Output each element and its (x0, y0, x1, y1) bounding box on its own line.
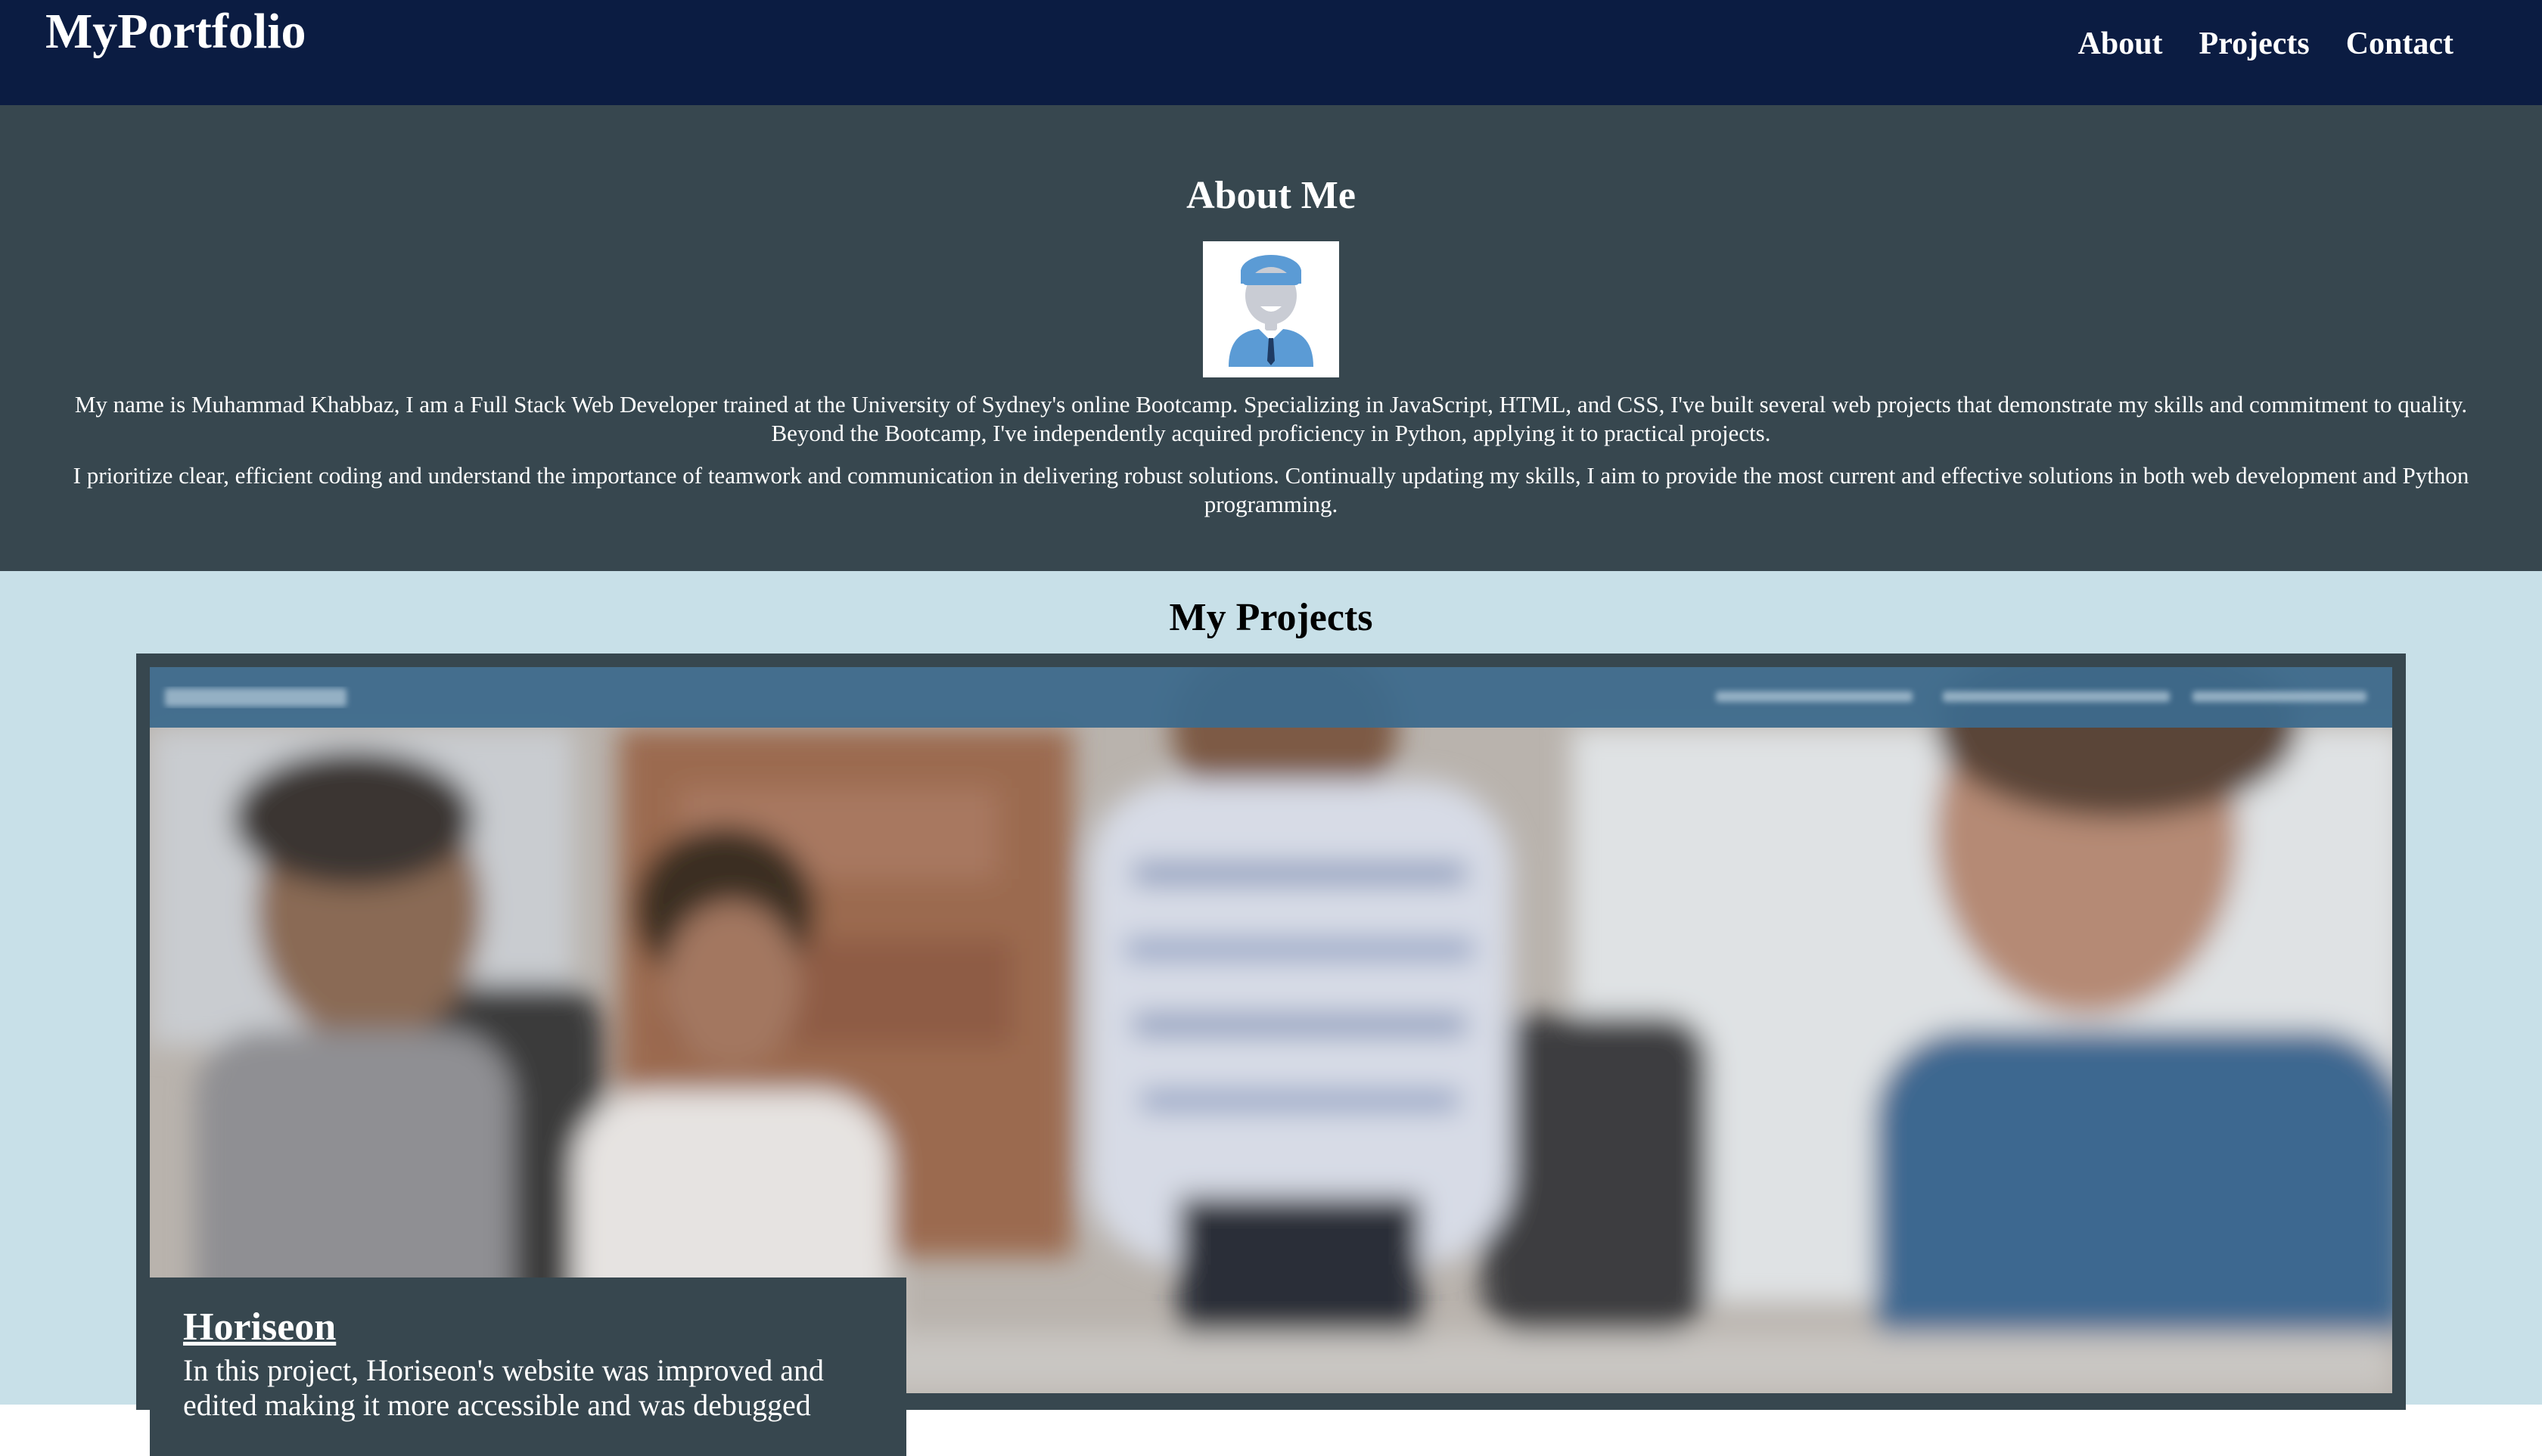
projects-title: My Projects (1169, 596, 1373, 639)
nav-projects-link[interactable]: Projects (2199, 23, 2310, 65)
project-caption: Horiseon In this project, Horiseon's web… (150, 1277, 906, 1456)
avatar (1203, 241, 1339, 377)
about-section: About Me My name is Muhammad Khabbaz, I … (0, 105, 2542, 571)
site-brand[interactable]: MyPortfolio (45, 0, 306, 64)
project-card[interactable]: Horiseon In this project, Horiseon's web… (136, 653, 2406, 1456)
about-paragraph-1: My name is Muhammad Khabbaz, I am a Full… (74, 391, 2468, 446)
project-description: In this project, Horiseon's website was … (183, 1353, 825, 1422)
about-paragraph-2: I prioritize clear, efficient coding and… (73, 462, 2469, 517)
nav-about-link[interactable]: About (2078, 23, 2163, 65)
project-title-link[interactable]: Horiseon (183, 1305, 873, 1350)
projects-section: My Projects Horiseon In this project, Ho… (0, 571, 2542, 1456)
about-title: About Me (1186, 174, 1356, 217)
site-header: MyPortfolio About Projects Contact (0, 0, 2542, 105)
main-nav: About Projects Contact (2078, 23, 2454, 65)
nav-contact-link[interactable]: Contact (2346, 23, 2453, 65)
user-avatar-icon (1229, 255, 1313, 367)
